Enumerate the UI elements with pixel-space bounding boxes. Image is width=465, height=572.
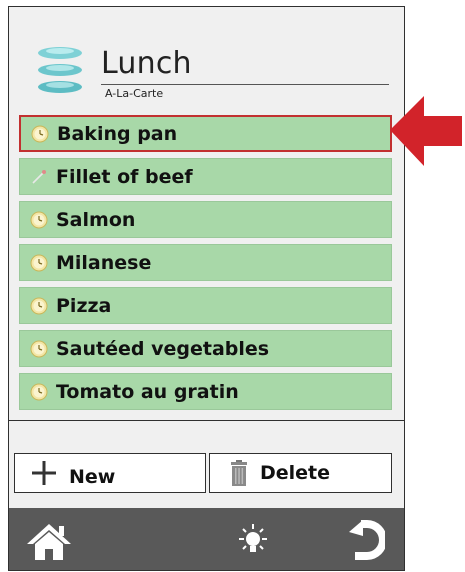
recipe-item-label: Baking pan [57,122,178,145]
page-subtitle: A-La-Carte [105,87,164,100]
pointer-arrow-icon [390,96,462,166]
home-icon[interactable] [25,522,73,562]
title-underline [101,84,389,85]
bottom-navigation-bar [9,508,404,570]
recipe-item-sauteed-vegetables[interactable]: Sautéed vegetables [19,330,392,367]
recipe-item-baking-pan[interactable]: Baking pan [19,115,392,152]
stacked-plates-icon [38,47,82,93]
recipe-item-label: Sautéed vegetables [56,337,270,360]
recipe-item-label: Pizza [56,294,112,317]
recipe-list: Baking pan Fillet of beef Salmon Milanes… [19,115,392,416]
clock-icon [30,211,48,228]
recipe-item-milanese[interactable]: Milanese [19,244,392,281]
delete-button[interactable]: Delete [209,453,392,493]
thermometer-probe-icon [32,169,46,184]
recipe-item-label: Tomato au gratin [56,380,239,403]
clock-icon [30,383,48,400]
recipe-item-label: Fillet of beef [56,165,193,188]
new-button-label: New [69,466,116,488]
clock-icon [30,297,48,314]
recipe-item-label: Salmon [56,208,136,231]
plus-icon [32,461,56,485]
list-divider [9,420,404,421]
delete-button-label: Delete [260,462,331,484]
recipe-item-pizza[interactable]: Pizza [19,287,392,324]
back-arrow-icon[interactable] [345,518,385,564]
clock-icon [30,254,48,271]
page-title: Lunch [101,46,192,81]
recipe-screen: Lunch A-La-Carte Baking pan Fillet of be… [8,6,405,571]
recipe-item-label: Milanese [56,251,152,274]
recipe-item-fillet-of-beef[interactable]: Fillet of beef [19,158,392,195]
light-bulb-icon[interactable] [235,522,271,560]
recipe-item-tomato-au-gratin[interactable]: Tomato au gratin [19,373,392,410]
recipe-item-salmon[interactable]: Salmon [19,201,392,238]
trash-icon [231,460,247,486]
clock-icon [30,340,48,357]
clock-icon [31,125,49,142]
new-button[interactable]: New [14,453,206,493]
header: Lunch A-La-Carte [9,7,404,111]
